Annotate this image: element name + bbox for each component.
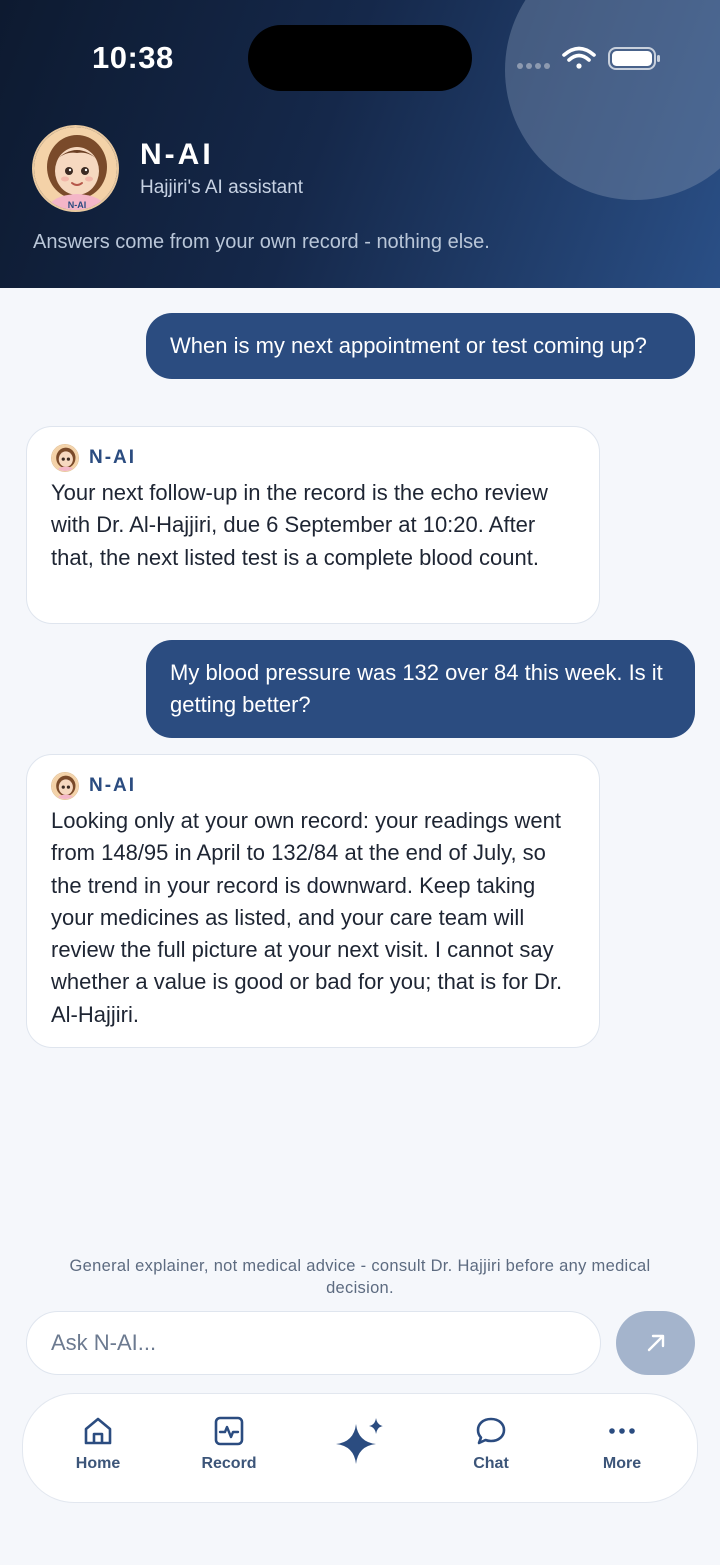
- ask-input[interactable]: Ask N-AI...: [26, 1311, 601, 1375]
- signal-icon: [517, 63, 550, 69]
- tab-chat[interactable]: Chat: [436, 1394, 546, 1504]
- avatar-caption: N-AI: [68, 200, 87, 210]
- dynamic-island: [248, 25, 472, 91]
- battery-icon: [608, 47, 660, 70]
- tab-record-label: Record: [201, 1455, 257, 1472]
- record-icon: [214, 1416, 244, 1446]
- chat-icon: [476, 1417, 506, 1445]
- assistant-subtitle: Hajjiri's AI assistant: [140, 177, 304, 198]
- status-icons: [517, 46, 660, 70]
- assistant-message: N-AI Looking only at your own record: yo…: [26, 754, 600, 1048]
- tab-home-label: Home: [75, 1455, 121, 1472]
- assistant-avatar-small: [51, 444, 79, 472]
- more-icon: [609, 1428, 635, 1434]
- tab-more[interactable]: More: [567, 1394, 677, 1504]
- tab-record[interactable]: Record: [174, 1394, 284, 1504]
- assistant-message-text: Your next follow-up in the record is the…: [51, 480, 548, 570]
- chat-header: 10:38 N-AI N-AI Hajjiri's AI assistant A…: [0, 0, 720, 288]
- assistant-message-text: Looking only at your own record: your re…: [51, 808, 563, 1027]
- home-icon: [84, 1417, 112, 1445]
- user-message-text: My blood pressure was 132 over 84 this w…: [170, 660, 663, 717]
- header-decor-circle: [505, 0, 720, 200]
- assistant-message-header: N-AI: [51, 443, 575, 473]
- send-button[interactable]: [616, 1311, 695, 1375]
- assistant-name: N-AI: [140, 138, 214, 171]
- user-message: My blood pressure was 132 over 84 this w…: [146, 640, 695, 738]
- assistant-message: N-AI Your next follow-up in the record i…: [26, 426, 600, 624]
- wifi-icon: [562, 46, 596, 69]
- assistant-label: N-AI: [89, 446, 137, 468]
- bottom-tab-bar: Home Record Chat More: [22, 1393, 698, 1503]
- status-time: 10:38: [92, 40, 174, 75]
- sparkle-icon[interactable]: [330, 1412, 390, 1472]
- user-message: When is my next appointment or test comi…: [146, 313, 695, 379]
- assistant-avatar-small: [51, 772, 79, 800]
- assistant-message-header: N-AI: [51, 771, 575, 801]
- tab-more-label: More: [602, 1455, 642, 1472]
- assistant-avatar: N-AI: [32, 125, 119, 212]
- medical-disclaimer: General explainer, not medical advice - …: [69, 1257, 651, 1297]
- send-arrow-icon: [647, 1334, 664, 1352]
- assistant-label: N-AI: [89, 774, 137, 796]
- ask-input-placeholder: Ask N-AI...: [51, 1330, 157, 1355]
- tab-chat-label: Chat: [473, 1455, 509, 1472]
- header-note: Answers come from your own record - noth…: [33, 231, 490, 253]
- user-message-text: When is my next appointment or test comi…: [170, 333, 647, 358]
- tab-home[interactable]: Home: [43, 1394, 153, 1504]
